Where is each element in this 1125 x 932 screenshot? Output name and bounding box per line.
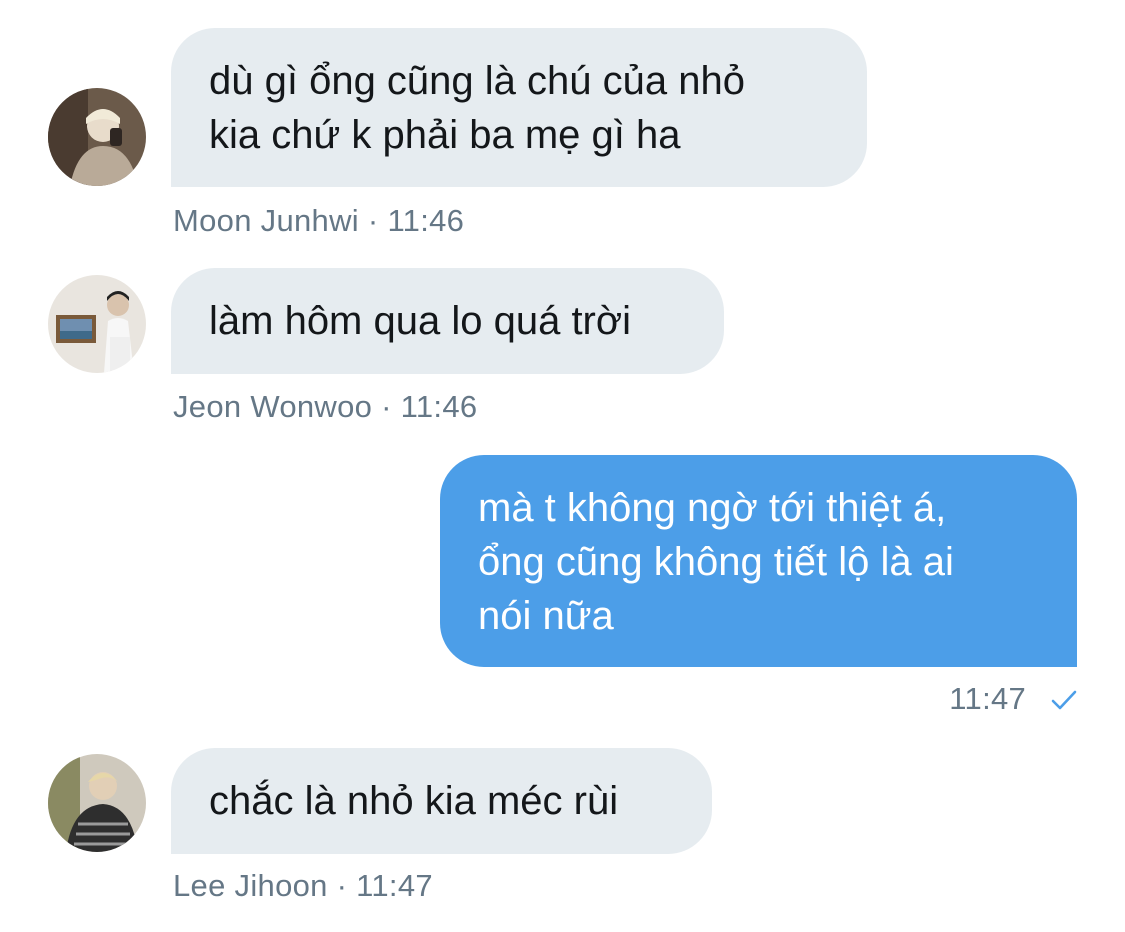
checkmark-icon: [1051, 683, 1077, 719]
sender-name[interactable]: Lee Jihoon: [173, 868, 328, 903]
sender-name[interactable]: Moon Junhwi: [173, 203, 359, 238]
meta-separator: ·: [367, 203, 379, 238]
message-meta: Moon Junhwi · 11:46: [173, 203, 464, 239]
message-time: 11:47: [949, 681, 1027, 716]
sender-name[interactable]: Jeon Wonwoo: [173, 389, 372, 424]
message-time: 11:47: [356, 868, 433, 903]
avatar-moon-junhwi[interactable]: [48, 88, 146, 186]
message-time: 11:46: [400, 389, 478, 424]
message-bubble[interactable]: làm hôm qua lo quá trời: [171, 268, 724, 374]
message-meta: Jeon Wonwoo · 11:46: [173, 389, 477, 425]
message-bubble[interactable]: dù gì ổng cũng là chú của nhỏ kia chứ k …: [171, 28, 867, 187]
message-meta: 11:47: [949, 681, 1077, 719]
meta-separator: ·: [336, 868, 348, 903]
avatar-jeon-wonwoo[interactable]: [48, 275, 146, 373]
message-time: 11:46: [387, 203, 465, 238]
avatar-photo: [48, 88, 146, 186]
avatar-photo: [48, 754, 146, 852]
avatar-photo: [48, 275, 146, 373]
meta-separator: ·: [381, 389, 392, 424]
avatar-lee-jihoon[interactable]: [48, 754, 146, 852]
message-bubble[interactable]: chắc là nhỏ kia méc rùi: [171, 748, 712, 854]
message-bubble-outgoing[interactable]: mà t không ngờ tới thiệt á, ổng cũng khô…: [440, 455, 1077, 667]
message-meta: Lee Jihoon · 11:47: [173, 868, 433, 904]
